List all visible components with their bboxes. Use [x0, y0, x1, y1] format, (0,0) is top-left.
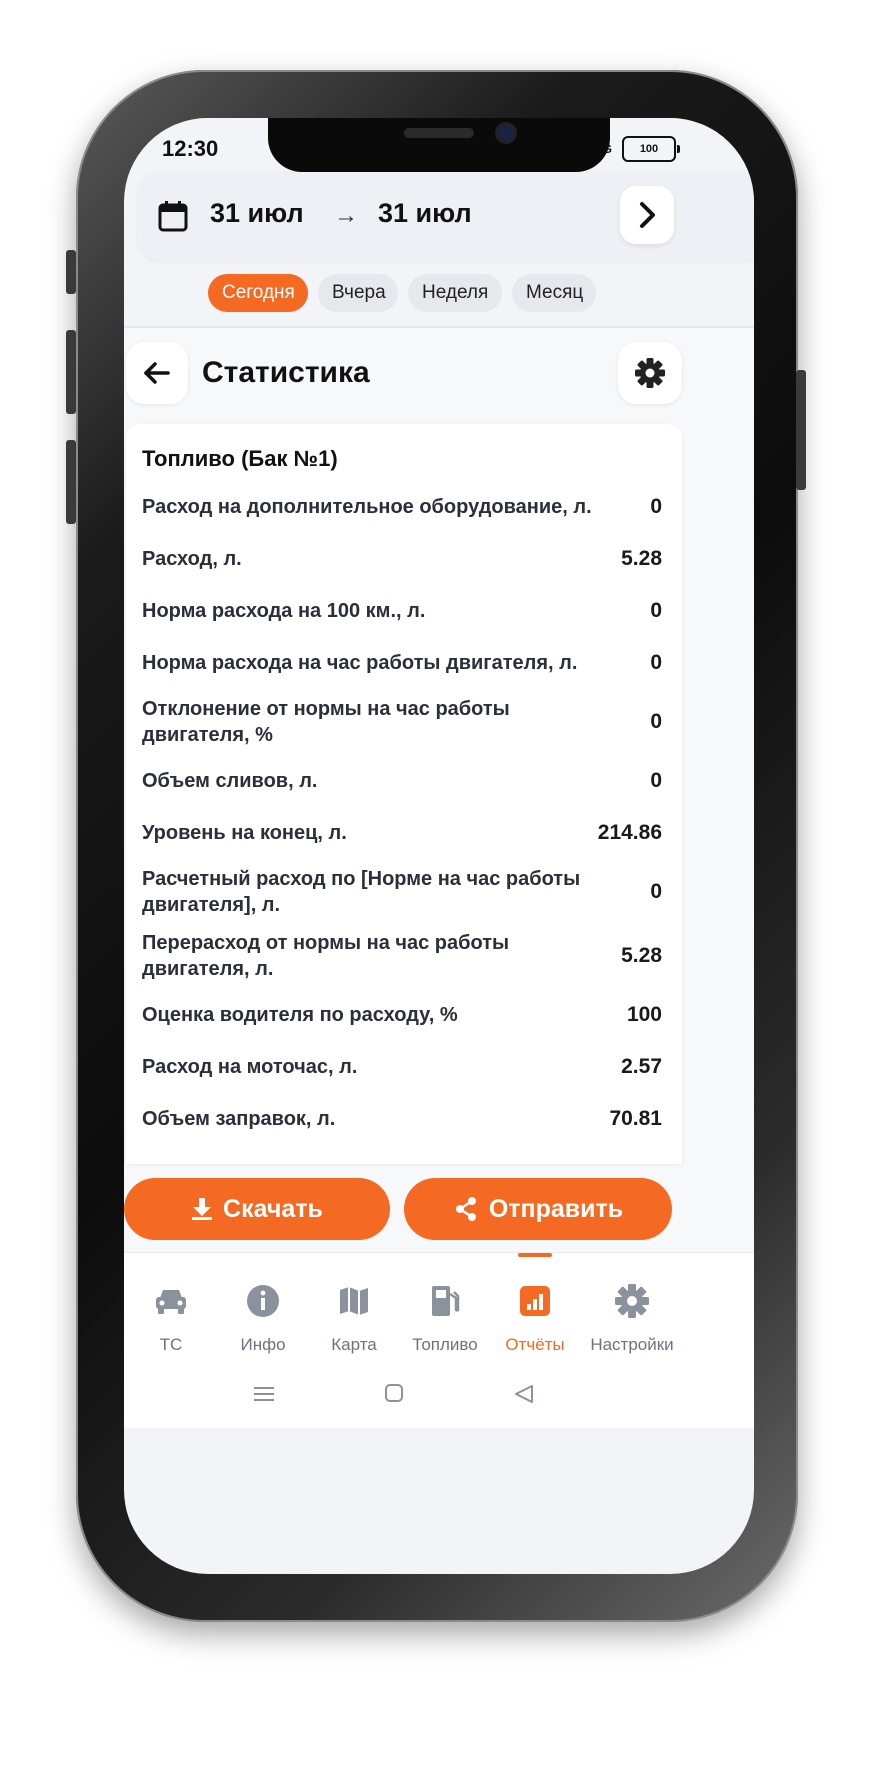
stat-row: Перерасход от нормы на час работы двигат…: [142, 930, 662, 982]
section-title: Топливо (Бак №1): [142, 446, 338, 471]
date-from[interactable]: 31 июл: [210, 198, 304, 229]
stat-label: Объем заправок, л.: [142, 1108, 336, 1130]
stat-row: Расход, л. 5.28: [142, 546, 662, 572]
app-screen: 12:30 4G 100 31 июл → 31 июл Сегодн: [124, 118, 754, 1574]
stat-label: Расход на моточас, л.: [142, 1056, 358, 1078]
tab-label: Инфо: [240, 1335, 286, 1354]
phone-button-left-top: [66, 250, 76, 294]
chip-today[interactable]: Сегодня: [208, 274, 308, 312]
stat-row: Норма расхода на 100 км., л. 0: [142, 598, 662, 624]
stat-row: Оценка водителя по расходу, % 100: [142, 1002, 662, 1028]
stat-label: Норма расхода на час работы двигателя, л…: [142, 652, 578, 674]
menu-icon[interactable]: [254, 1387, 274, 1401]
arrow-right-icon: →: [334, 202, 358, 229]
chevron-right-icon: [640, 202, 655, 228]
home-icon[interactable]: [385, 1384, 403, 1402]
stat-value: 0: [650, 495, 662, 518]
stat-label: Уровень на конец, л.: [142, 822, 347, 844]
period-chips: Сегодня Вчера Неделя Месяц: [208, 274, 596, 312]
stat-row: Расход на дополнительное оборудование, л…: [142, 494, 662, 520]
stat-label: Отклонение от нормы на час работы двигат…: [142, 698, 510, 746]
status-time: 12:30: [162, 136, 219, 161]
stat-label: Объем сливов, л.: [142, 770, 318, 792]
stat-row: Объем заправок, л. 70.81: [142, 1106, 662, 1132]
download-label: Скачать: [223, 1194, 323, 1223]
gear-icon: [635, 358, 665, 388]
stat-value: 0: [650, 880, 662, 903]
tab-vehicles[interactable]: ТС: [124, 1277, 218, 1355]
back-button[interactable]: [126, 342, 188, 404]
stat-row: Расчетный расход по [Норме на час работы…: [142, 866, 662, 918]
front-camera: [498, 125, 514, 141]
arrow-left-icon: [144, 362, 170, 384]
tab-label: ТС: [159, 1335, 183, 1354]
stat-value: 0: [650, 769, 662, 792]
stat-value: 70.81: [609, 1107, 662, 1130]
stat-row: Объем сливов, л. 0: [142, 768, 662, 794]
phone-button-right: [796, 370, 806, 490]
stat-value: 5.28: [621, 944, 662, 967]
share-icon: [455, 1197, 476, 1221]
tab-reports[interactable]: Отчёты: [488, 1277, 582, 1355]
share-button[interactable]: Отправить: [404, 1178, 672, 1240]
share-label: Отправить: [488, 1194, 624, 1223]
stat-label: Расход на дополнительное оборудование, л…: [142, 496, 592, 518]
chip-yesterday[interactable]: Вчера: [318, 274, 398, 312]
page-title: Статистика: [202, 356, 370, 389]
tab-label: Отчёты: [505, 1335, 565, 1354]
download-icon: [192, 1198, 213, 1220]
phone-button-left-low: [66, 440, 76, 524]
stat-row: Отклонение от нормы на час работы двигат…: [142, 696, 662, 748]
stat-label: Оценка водителя по расходу, %: [142, 1004, 458, 1026]
stat-row: Уровень на конец, л. 214.86: [142, 820, 662, 846]
stat-row: Расход на моточас, л. 2.57: [142, 1054, 662, 1080]
speaker-grille: [404, 128, 474, 138]
system-nav-bar: [124, 1368, 754, 1428]
next-period-button[interactable]: [620, 186, 674, 244]
stat-row: Норма расхода на час работы двигателя, л…: [142, 650, 662, 676]
stat-label: Расход, л.: [142, 548, 242, 570]
stat-value: 5.28: [621, 547, 662, 570]
fuel-stats-card: Топливо (Бак №1) Расход на дополнительно…: [126, 424, 682, 1164]
stat-value: 2.57: [621, 1055, 662, 1078]
tab-label: Карта: [331, 1335, 377, 1354]
tab-label: Топливо: [412, 1335, 478, 1354]
back-nav-icon[interactable]: [515, 1385, 533, 1403]
settings-button[interactable]: [618, 342, 682, 404]
stat-value: 0: [650, 599, 662, 622]
calendar-icon[interactable]: [158, 200, 188, 237]
tab-info[interactable]: Инфо: [216, 1277, 310, 1355]
chip-month[interactable]: Месяц: [512, 274, 596, 312]
date-to[interactable]: 31 июл: [378, 198, 472, 229]
car-icon: [124, 1277, 218, 1325]
active-tab-indicator: [518, 1253, 552, 1257]
tab-fuel[interactable]: Топливо: [398, 1277, 492, 1355]
download-button[interactable]: Скачать: [124, 1178, 390, 1240]
stat-label: Норма расхода на 100 км., л.: [142, 600, 426, 622]
reports-icon: [488, 1277, 582, 1325]
tab-map[interactable]: Карта: [307, 1277, 401, 1355]
date-range-card[interactable]: 31 июл → 31 июл: [138, 172, 754, 260]
stat-value: 0: [650, 710, 662, 733]
battery-icon: 100: [622, 136, 680, 162]
stat-label: Расчетный расход по [Норме на час работы…: [142, 868, 581, 916]
tab-label: Настройки: [590, 1335, 674, 1354]
map-icon: [307, 1277, 401, 1325]
phone-button-left-mid: [66, 330, 76, 414]
stat-value: 214.86: [597, 821, 662, 844]
notch: [268, 118, 610, 172]
gear-icon: [582, 1277, 682, 1325]
fuel-icon: [398, 1277, 492, 1325]
chip-week[interactable]: Неделя: [408, 274, 502, 312]
stat-value: 0: [650, 651, 662, 674]
stat-label: Перерасход от нормы на час работы двигат…: [142, 932, 510, 980]
info-icon: [216, 1277, 310, 1325]
tab-settings[interactable]: Настройки: [582, 1277, 682, 1355]
stat-value: 100: [626, 1003, 662, 1026]
